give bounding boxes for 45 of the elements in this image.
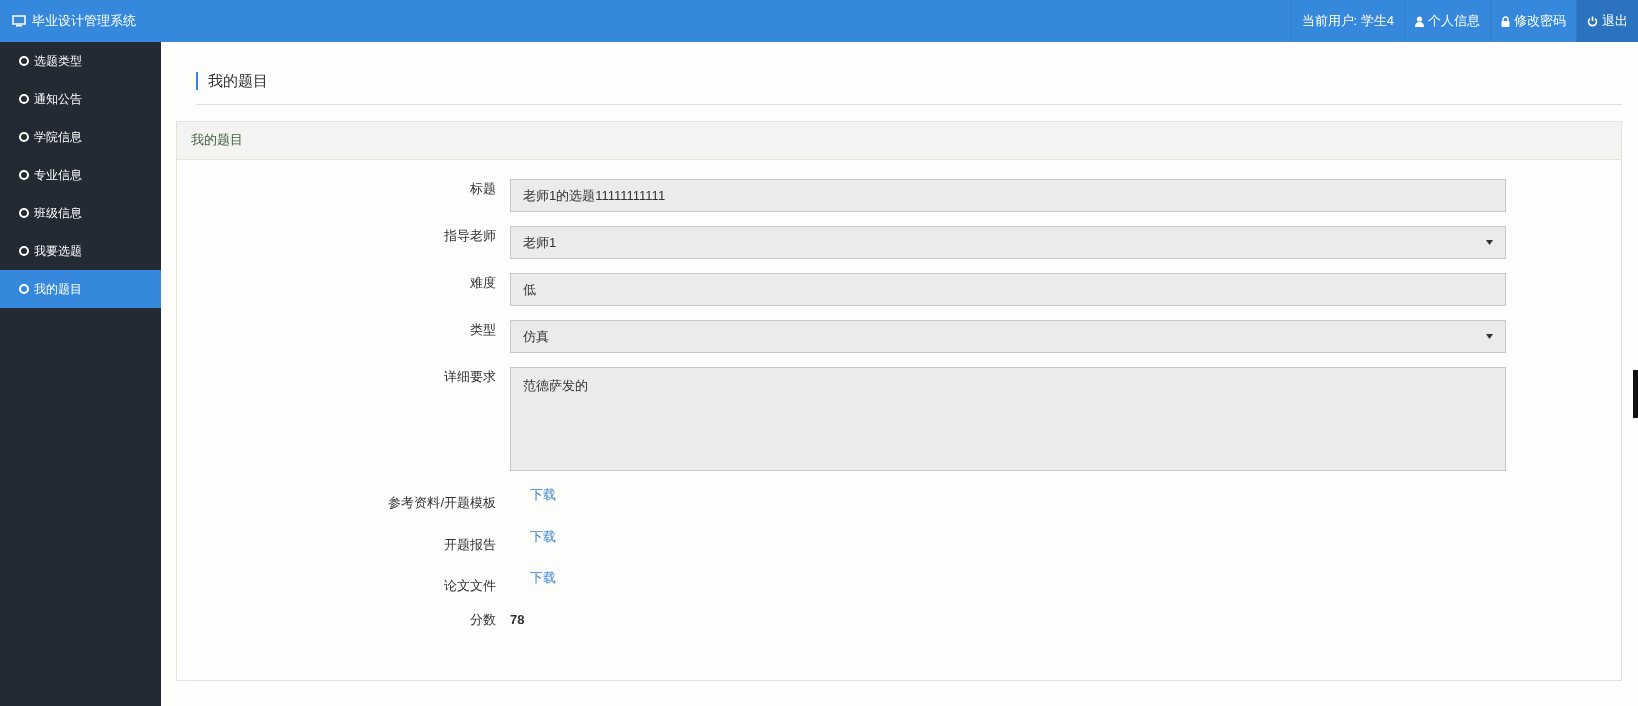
download-link[interactable]: 下载 <box>510 570 556 585</box>
topbar-link[interactable]: 退出 <box>1576 0 1638 42</box>
text-field[interactable]: 老师1的选题11111111111 <box>510 179 1506 212</box>
field-label: 详细要求 <box>443 368 497 386</box>
download-link[interactable]: 下载 <box>510 528 556 544</box>
caret-icon <box>1486 334 1493 339</box>
field-label: 类型 <box>469 321 497 339</box>
field-label: 参考资料/开题模板 <box>387 494 497 512</box>
monitor-icon <box>12 15 26 27</box>
circle-icon <box>19 132 29 142</box>
sidebar-item[interactable]: 选题类型 <box>0 42 161 80</box>
page-title: 我的题目 <box>196 72 1622 90</box>
field-label: 开题报告 <box>443 535 497 554</box>
scrollbar-thumb[interactable] <box>1633 370 1638 418</box>
power-icon <box>1587 15 1598 27</box>
circle-icon <box>19 170 29 180</box>
sidebar-item[interactable]: 学院信息 <box>0 118 161 156</box>
lock-icon <box>1501 15 1510 27</box>
field-label: 论文文件 <box>443 577 497 595</box>
field-label: 分数 <box>469 610 497 629</box>
dropdown-field[interactable]: 老师1 <box>510 226 1506 259</box>
caret-icon <box>1486 240 1493 245</box>
current-user-label: 当前用户: 学生4 <box>1290 0 1404 42</box>
app-title: 毕业设计管理系统 <box>32 12 136 31</box>
circle-icon <box>19 208 29 218</box>
field-label: 难度 <box>469 274 497 292</box>
field-label: 标题 <box>469 180 497 198</box>
score-value: 78 <box>510 611 525 627</box>
download-link[interactable]: 下载 <box>510 487 556 502</box>
sidebar-item[interactable]: 班级信息 <box>0 194 161 232</box>
sidebar-item[interactable]: 通知公告 <box>0 80 161 118</box>
sidebar-item[interactable]: 我的题目 <box>0 270 161 308</box>
textarea-field[interactable]: 范德萨发的 <box>510 367 1506 471</box>
text-field[interactable]: 低 <box>510 273 1506 306</box>
field-label: 指导老师 <box>443 227 497 245</box>
sidebar-item[interactable]: 专业信息 <box>0 156 161 194</box>
circle-icon <box>19 246 29 256</box>
topbar-link[interactable]: 个人信息 <box>1404 0 1490 42</box>
circle-icon <box>19 56 29 66</box>
sidebar-item[interactable]: 我要选题 <box>0 232 161 270</box>
user-icon <box>1415 15 1424 27</box>
circle-icon <box>19 284 29 294</box>
dropdown-field[interactable]: 仿真 <box>510 320 1506 353</box>
circle-icon <box>19 94 29 104</box>
panel-title: 我的题目 <box>191 132 243 150</box>
